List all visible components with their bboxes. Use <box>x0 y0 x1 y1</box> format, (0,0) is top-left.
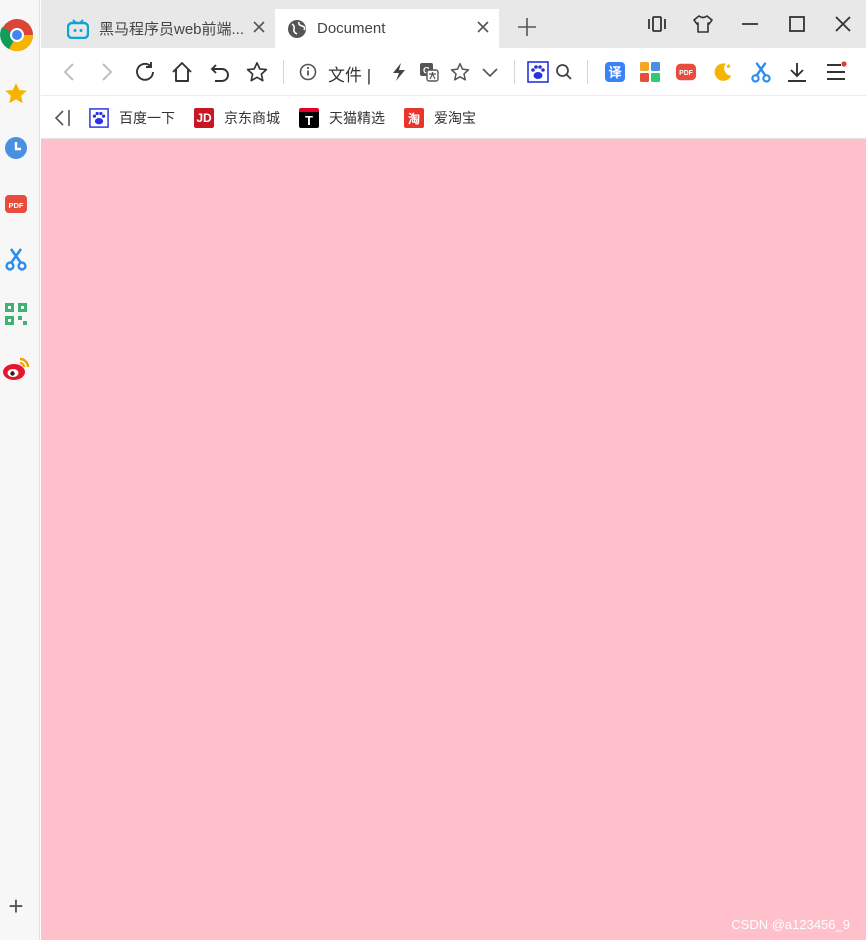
pdf-icon[interactable]: PDF <box>2 190 30 218</box>
bookmark-star-button[interactable] <box>246 61 268 83</box>
globe-icon <box>288 19 306 38</box>
translate-extension-button[interactable]: 译 <box>604 61 626 83</box>
qr-code-icon[interactable] <box>2 300 30 328</box>
pdf-icon-label: PDF <box>9 201 24 210</box>
weibo-icon[interactable] <box>2 355 30 383</box>
info-circle-icon <box>299 63 317 81</box>
pdf-icon: PDF <box>675 63 697 81</box>
reload-button[interactable] <box>134 61 156 83</box>
bookmark-label: 天猫精选 <box>329 110 385 126</box>
skin-shirt-icon[interactable] <box>693 14 713 34</box>
history-clock-icon[interactable] <box>2 134 30 162</box>
new-tab-plus-icon[interactable] <box>517 17 537 37</box>
translate-page-button[interactable]: G <box>418 61 440 83</box>
bookmark-baidu[interactable]: 百度一下 <box>89 107 175 129</box>
close-window-icon[interactable] <box>833 14 853 34</box>
toolbar-separator <box>514 60 515 84</box>
taobao-icon: 淘 <box>404 108 424 128</box>
bookmark-tmall[interactable]: T 天猫精选 <box>299 107 385 129</box>
minimize-icon[interactable] <box>740 14 760 34</box>
main-menu-button[interactable] <box>825 61 847 83</box>
baidu-paw-icon <box>527 61 549 83</box>
notification-dot <box>841 61 847 67</box>
forward-button[interactable] <box>95 61 117 83</box>
browser-logo-icon[interactable] <box>0 18 34 52</box>
baidu-icon <box>89 108 109 128</box>
search-button[interactable] <box>553 61 575 83</box>
star-outline-icon <box>450 62 470 81</box>
toolbar-separator <box>283 60 284 84</box>
favorite-page-button[interactable] <box>449 61 471 83</box>
bookmark-label: 百度一下 <box>119 110 175 126</box>
toolbar-separator <box>587 60 588 84</box>
screenshot-button[interactable] <box>750 61 772 83</box>
maximize-icon[interactable] <box>787 14 807 34</box>
scissors-icon[interactable] <box>2 245 30 273</box>
toolbar: 文件 | G 译 PDF <box>41 48 866 96</box>
bookmarks-bar: 百度一下 JD 京东商城 T 天猫精选 淘 爱淘宝 <box>41 97 866 139</box>
tab-heima[interactable]: 黑马程序员web前端... <box>55 9 275 48</box>
scissors-icon <box>751 62 771 83</box>
undo-icon <box>210 64 229 82</box>
tab-document[interactable]: Document <box>275 9 499 48</box>
vertical-tabs-icon[interactable] <box>647 14 667 34</box>
tab-title: Document <box>317 20 386 37</box>
moon-icon <box>714 63 732 81</box>
tab-strip: 黑马程序员web前端... Document <box>41 0 866 48</box>
bookmark-label: 爱淘宝 <box>434 110 476 126</box>
download-icon <box>788 63 806 82</box>
app-grid-icon <box>640 62 660 82</box>
chevron-down-icon <box>482 68 498 78</box>
star-outline-icon <box>246 62 268 82</box>
bookmark-label: 京东商城 <box>224 110 280 126</box>
bilibili-tv-icon <box>67 18 89 39</box>
home-icon <box>172 62 192 82</box>
jd-icon: JD <box>194 108 214 128</box>
close-tab-icon[interactable] <box>475 19 491 35</box>
site-info-button[interactable] <box>297 61 319 83</box>
add-sidebar-app-button[interactable]: + <box>4 893 28 919</box>
bookmark-jd[interactable]: JD 京东商城 <box>194 107 280 129</box>
reload-icon <box>136 62 154 81</box>
favorites-star-icon[interactable] <box>2 80 30 108</box>
bookmark-taobao[interactable]: 淘 爱淘宝 <box>404 107 476 129</box>
page-content: CSDN @a123456_9 <box>41 139 866 940</box>
speed-mode-button[interactable] <box>388 61 410 83</box>
collapse-sidebar-button[interactable] <box>53 107 73 129</box>
night-mode-button[interactable] <box>712 61 734 83</box>
translate-icon: G <box>420 63 439 82</box>
address-dropdown-button[interactable] <box>479 61 501 83</box>
chevron-left-icon <box>63 63 74 81</box>
back-button[interactable] <box>59 61 81 83</box>
pdf-tool-label: PDF <box>679 70 693 77</box>
chevron-right-icon <box>102 63 113 81</box>
close-tab-icon[interactable] <box>251 19 267 35</box>
translate-ze-icon: 译 <box>605 62 625 82</box>
tab-title: 黑马程序员web前端... <box>99 21 245 38</box>
pdf-tool-button[interactable]: PDF <box>675 61 697 83</box>
translate-extension-label: 译 <box>608 66 622 81</box>
lightning-icon <box>393 63 405 81</box>
address-bar[interactable]: 文件 | <box>328 61 371 86</box>
app-center-button[interactable] <box>639 61 661 83</box>
search-icon <box>556 64 572 80</box>
hamburger-menu-icon <box>827 61 847 80</box>
downloads-button[interactable] <box>786 61 808 83</box>
undo-close-button[interactable] <box>209 61 231 83</box>
csdn-watermark: CSDN @a123456_9 <box>731 917 850 932</box>
sidebar: PDF + <box>0 0 40 940</box>
collapse-left-icon <box>54 110 70 126</box>
home-button[interactable] <box>171 61 193 83</box>
tmall-icon: T <box>299 108 319 128</box>
baidu-search-engine-button[interactable] <box>527 61 549 83</box>
